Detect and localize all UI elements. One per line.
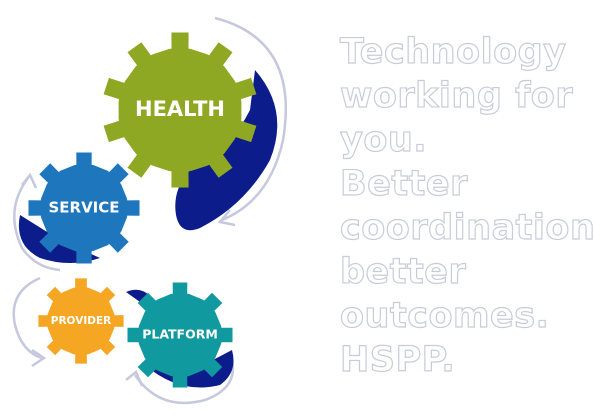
provider-arrow (12, 276, 43, 360)
tagline-line: better (339, 251, 467, 292)
provider-gear: PROVIDER (38, 278, 124, 364)
service-gear: SERVICE (28, 152, 140, 264)
platform-arrowhead (125, 369, 144, 387)
gears-illustration: HEALTH SERVICE PROVIDER PLATFORM (12, 16, 288, 405)
tagline-line: coordination (339, 207, 595, 248)
tagline-line: Better (339, 163, 468, 204)
tagline-line: Technology (339, 31, 567, 72)
provider-arrowhead (31, 348, 47, 368)
tagline: Technology working for you. Better coord… (339, 30, 595, 382)
health-label: HEALTH (135, 97, 225, 121)
provider-label: PROVIDER (51, 315, 111, 327)
service-label: SERVICE (48, 199, 119, 217)
tagline-line: outcomes. (339, 295, 550, 336)
platform-gear: PLATFORM (127, 282, 233, 388)
tagline-line: you. (339, 119, 428, 160)
tagline-line: working for (339, 75, 574, 116)
tagline-line: HSPP. (339, 339, 456, 380)
platform-label: PLATFORM (142, 327, 218, 342)
